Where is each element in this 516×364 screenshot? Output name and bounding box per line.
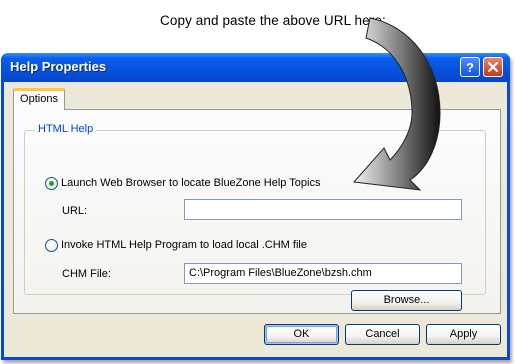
radio-invoke-html-help-label[interactable]: Invoke HTML Help Program to load local .…	[61, 239, 307, 251]
url-label: URL:	[62, 205, 88, 217]
radio-invoke-html-help[interactable]	[45, 239, 58, 252]
help-button[interactable]: ?	[460, 57, 480, 77]
chm-file-input[interactable]: C:\Program Files\BlueZone\bzsh.chm	[184, 263, 462, 284]
close-button[interactable]	[483, 57, 503, 77]
cancel-button[interactable]: Cancel	[345, 324, 420, 345]
curved-arrow-icon	[352, 17, 441, 191]
radio-selected-dot	[49, 181, 54, 186]
ok-button[interactable]: OK	[264, 324, 339, 345]
browse-button[interactable]: Browse...	[351, 290, 462, 311]
apply-button[interactable]: Apply	[426, 324, 501, 345]
close-icon	[487, 61, 499, 73]
html-help-group-label: HTML Help	[35, 123, 97, 135]
chm-file-label: CHM File:	[62, 268, 111, 280]
question-icon: ?	[466, 59, 474, 75]
radio-launch-web-browser-label[interactable]: Launch Web Browser to locate BlueZone He…	[61, 177, 320, 189]
window-title: Help Properties	[10, 59, 107, 74]
radio-launch-web-browser[interactable]	[45, 177, 58, 190]
tab-options[interactable]: Options	[13, 88, 65, 110]
